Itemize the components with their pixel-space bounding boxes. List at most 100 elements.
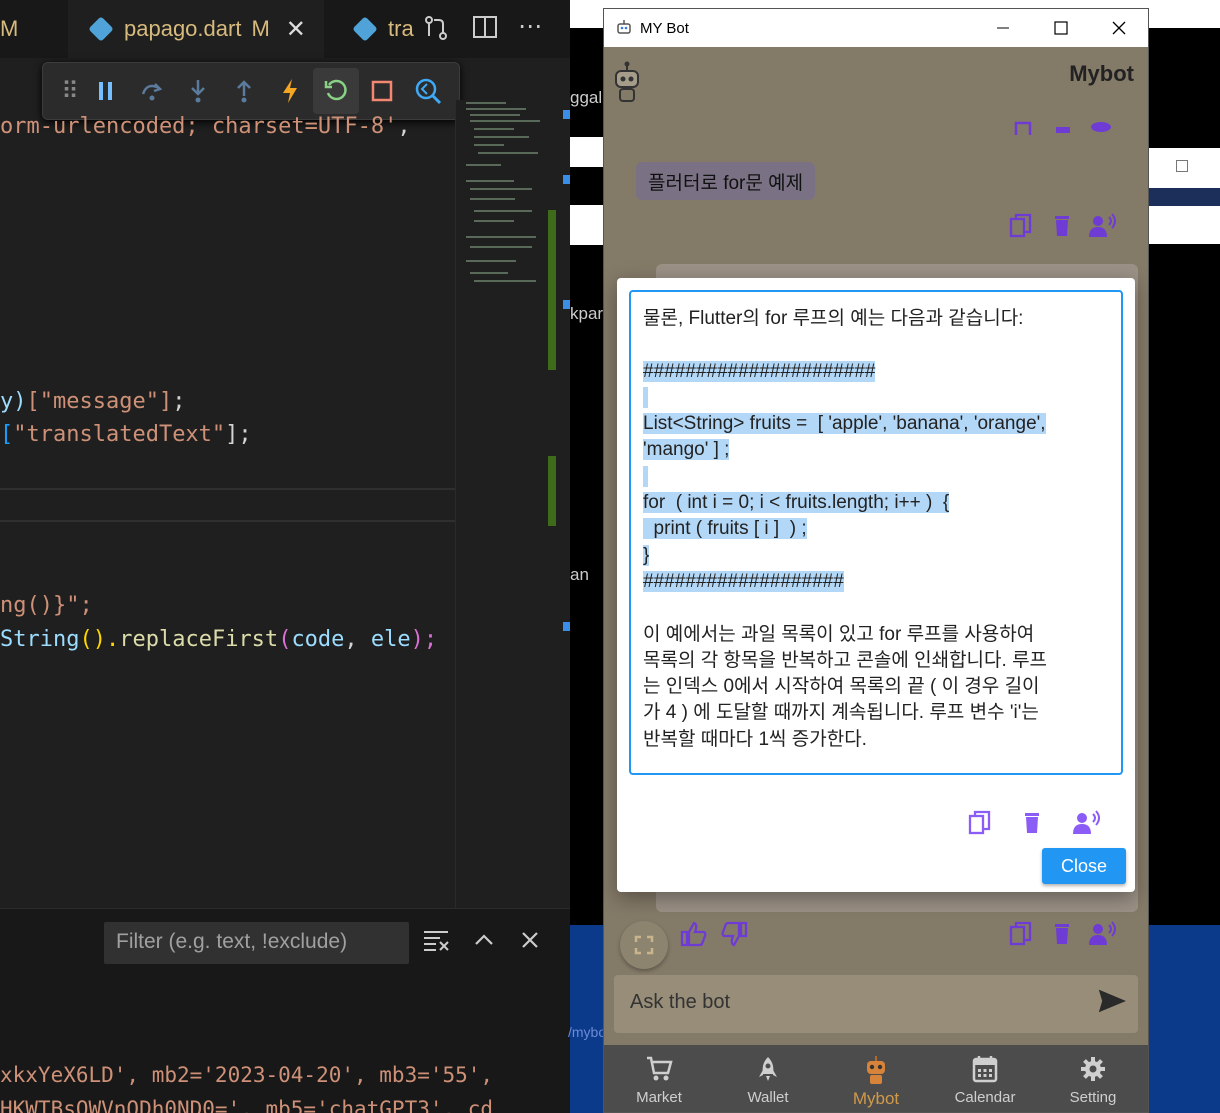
speak-icon[interactable] [1088, 213, 1116, 239]
stop-icon[interactable] [359, 68, 405, 114]
window-titlebar[interactable]: MY Bot [604, 9, 1148, 47]
copy-icon[interactable] [967, 810, 993, 836]
response-text-line: 반복할 때마다 1씩 증가한다. [643, 727, 1109, 753]
debug-toolbar: ⠿ [42, 62, 460, 120]
robot-icon [826, 1055, 926, 1085]
thumbs-down-icon[interactable] [720, 921, 750, 947]
more-actions-icon[interactable]: ⋯ [518, 12, 542, 40]
response-text-line: for ( int i = 0; i < fruits.length; i++ … [643, 490, 1109, 516]
background-window-strip [570, 205, 603, 245]
nav-calendar[interactable]: Calendar [935, 1045, 1035, 1112]
clear-output-icon[interactable] [422, 928, 450, 952]
user-message-bubble: 플러터로 for문 예제 [636, 162, 816, 200]
send-icon[interactable] [1098, 989, 1126, 1013]
response-text-field[interactable]: 물론, Flutter의 for 루프의 예는 다음과 같습니다: #######… [629, 290, 1123, 775]
response-text-line [643, 464, 1109, 490]
filter-input[interactable]: Filter (e.g. text, !exclude) [104, 922, 409, 964]
scroll-marker [563, 175, 570, 184]
close-button[interactable]: Close [1042, 848, 1126, 884]
calendar-icon [935, 1055, 1035, 1085]
restart-icon[interactable] [313, 68, 359, 114]
response-text-line [643, 385, 1109, 411]
close-window-icon[interactable] [1090, 9, 1148, 47]
step-into-icon[interactable] [175, 68, 221, 114]
delete-icon[interactable] [1020, 810, 1046, 836]
nav-label: Setting [1069, 1089, 1117, 1106]
nav-wallet[interactable]: Wallet [718, 1045, 818, 1112]
output-line: HKWTBsQWVnODh0ND0=', mb5='chatGPT3', cd [0, 1097, 494, 1113]
nav-mybot[interactable]: Mybot [826, 1045, 926, 1112]
checkbox-icon [1176, 160, 1188, 172]
delete-icon[interactable] [1050, 921, 1076, 947]
step-over-icon[interactable] [129, 68, 175, 114]
chat-input-placeholder: Ask the bot [630, 991, 731, 1013]
tab-label: M [0, 16, 19, 41]
chevron-up-icon[interactable] [472, 928, 496, 952]
nav-label: Wallet [747, 1089, 789, 1106]
source-control-compare-icon[interactable] [422, 14, 450, 42]
response-text-line: 이 예에서는 과일 목록이 있고 for 루프를 사용하여 [643, 622, 1109, 648]
output-line: xkxYeX6LD', mb2='2023-04-20', mb3='55', [0, 1063, 494, 1087]
drag-handle-icon[interactable]: ⠿ [57, 68, 83, 114]
selected-text: ###################### [643, 360, 876, 382]
code-line: String().replaceFirst(code, ele); [0, 627, 438, 652]
delete-icon[interactable] [1050, 213, 1076, 239]
step-out-icon[interactable] [221, 68, 267, 114]
background-window-strip [1149, 188, 1220, 206]
maximize-icon[interactable] [1032, 9, 1090, 47]
minimize-icon[interactable] [974, 9, 1032, 47]
pause-icon[interactable] [83, 68, 129, 114]
app-icon [616, 19, 632, 37]
hot-reload-icon[interactable] [267, 68, 313, 114]
nav-market[interactable]: Market [609, 1045, 709, 1112]
tab-next[interactable]: tra [334, 0, 414, 58]
copy-icon[interactable] [1008, 213, 1034, 239]
speak-icon[interactable] [1088, 121, 1114, 135]
nav-label: Calendar [954, 1089, 1016, 1106]
response-text-line: 물론, Flutter의 for 루프의 예는 다음과 같습니다: [643, 306, 1109, 332]
chat-input[interactable]: Ask the bot [614, 975, 1138, 1033]
copy-icon[interactable] [1008, 121, 1034, 135]
editor-tab-bar: M papago.dart M ✕ tra ⋯ [0, 0, 570, 58]
copy-icon[interactable] [1008, 921, 1034, 947]
split-editor-icon[interactable] [472, 14, 498, 40]
close-icon[interactable]: ✕ [286, 15, 306, 44]
devtools-search-icon[interactable] [405, 68, 451, 114]
nav-setting[interactable]: Setting [1043, 1045, 1143, 1112]
response-text-line: 'mango' ] ; [643, 437, 1109, 463]
expand-button[interactable] [620, 921, 668, 969]
background-window-strip [570, 137, 603, 167]
response-text-line: 는 인덱스 0에서 시작하여 목록의 끝 ( 이 경우 길이 [643, 674, 1109, 700]
nav-label: Mybot [852, 1089, 900, 1108]
response-text-line: 목록의 각 항목을 반복하고 콘솔에 인쇄합니다. 루프 [643, 648, 1109, 674]
text-span: 물론, Flutter의 for 루프의 예는 다음과 같습니다: [643, 308, 1024, 329]
selected-text: } [643, 544, 650, 566]
selected-text: ################### [643, 570, 844, 592]
background-window-strip [1149, 925, 1220, 1113]
background-text: kpar [570, 304, 604, 323]
tab-label: tra [388, 16, 414, 41]
code-line: orm-urlencoded; charset=UTF-8', [0, 114, 411, 139]
response-text-line: print ( fruits [ i ] ) ; [643, 516, 1109, 542]
response-text-line: ################### [643, 569, 1109, 595]
cart-icon [609, 1055, 709, 1085]
background-text: an [570, 565, 589, 584]
tab-previous[interactable]: M [0, 0, 62, 58]
divider [0, 488, 455, 490]
thumbs-up-icon[interactable] [680, 921, 710, 947]
bottom-nav: Market Wallet Mybot Calendar Setting [604, 1045, 1148, 1112]
speak-icon[interactable] [1072, 810, 1102, 836]
close-panel-icon[interactable] [518, 928, 542, 952]
selected-text: print ( fruits [ i ] ) ; [643, 518, 807, 540]
code-line: ng()}"; [0, 593, 93, 618]
speak-icon[interactable] [1088, 921, 1116, 947]
delete-icon[interactable] [1050, 121, 1076, 135]
minimap[interactable] [455, 100, 570, 910]
selected-text: 'mango' ] ; [643, 439, 730, 461]
code-line: ["translatedText"]; [0, 422, 252, 447]
nav-label: Market [636, 1089, 682, 1106]
response-text-line [643, 595, 1109, 621]
modified-badge: M [251, 16, 270, 41]
tab-papago-dart[interactable]: papago.dart M ✕ [68, 0, 324, 58]
selected-text [643, 386, 649, 408]
